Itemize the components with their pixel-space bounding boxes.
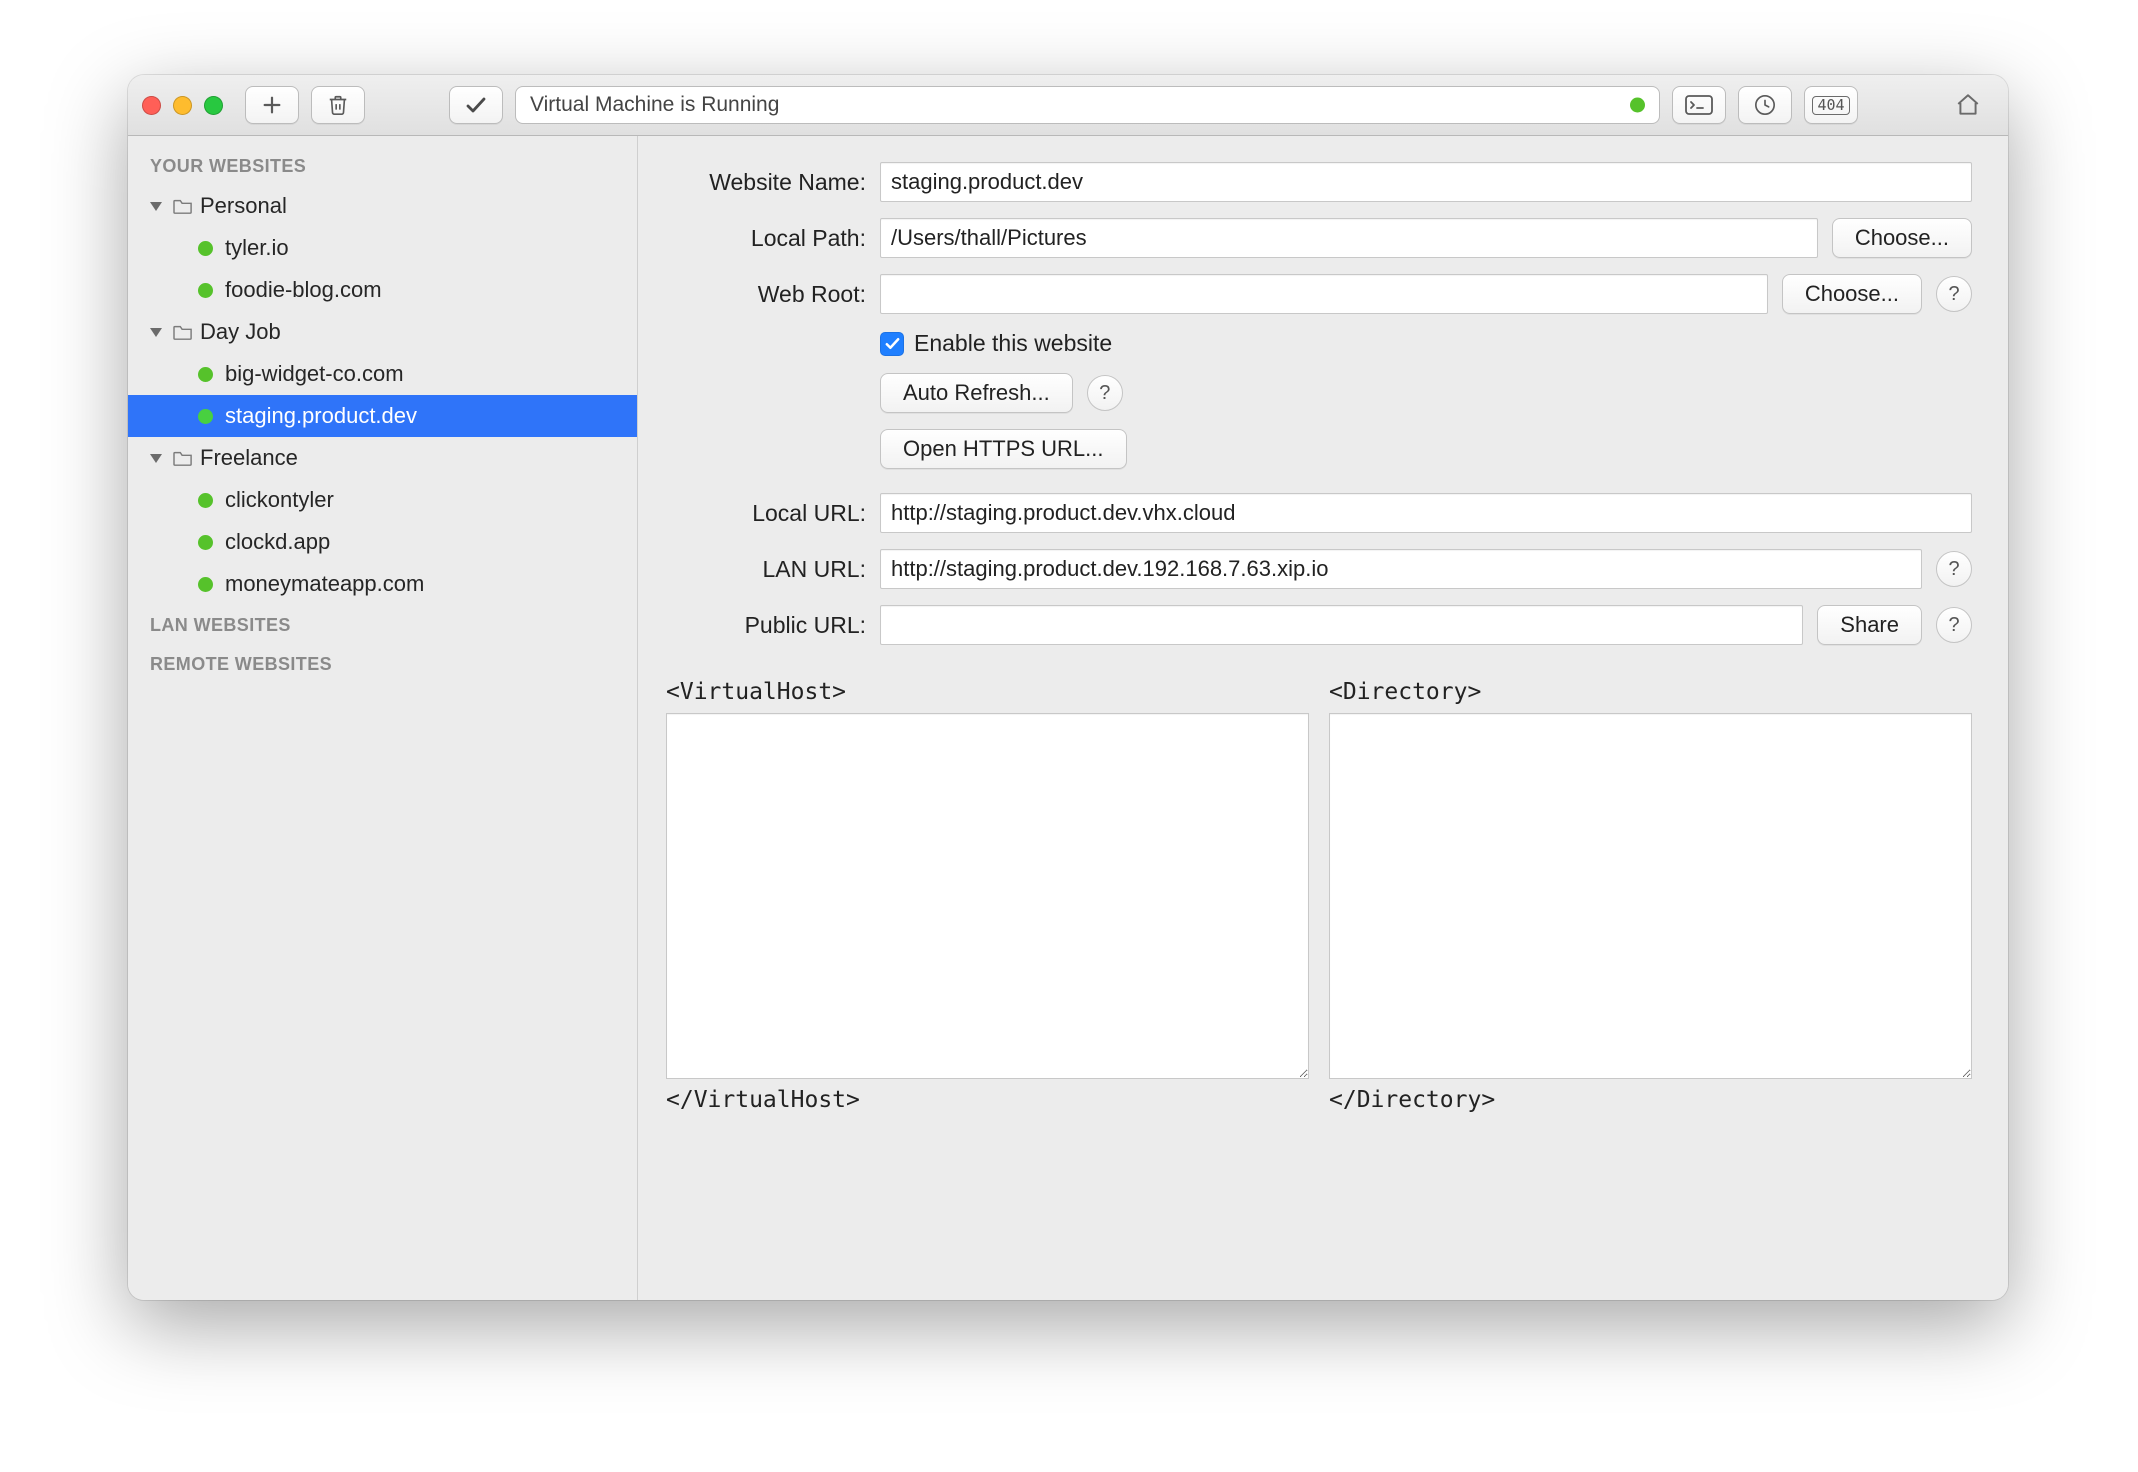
chevron-down-icon [150, 454, 162, 463]
directory-close-tag: </Directory> [1329, 1087, 1972, 1113]
checkmark-icon [464, 93, 488, 117]
plus-icon [261, 94, 283, 116]
apache-config-area: <VirtualHost> </VirtualHost> <Directory>… [666, 679, 1972, 1113]
terminal-button[interactable] [1672, 86, 1726, 124]
local-path-label: Local Path: [666, 225, 866, 252]
window-body: YOUR WEBSITES Personal tyler.io foodie-b… [128, 136, 2008, 1300]
sidebar-section-lan: LAN WEBSITES [128, 605, 637, 644]
public-url-label: Public URL: [666, 612, 866, 639]
toolbar: Virtual Machine is Running 404 [128, 75, 2008, 136]
sidebar-item-label: moneymateapp.com [225, 571, 424, 597]
folder-icon [172, 449, 194, 467]
clock-icon [1754, 94, 1776, 116]
sidebar-item-label: clickontyler [225, 487, 334, 513]
public-url-help-button[interactable]: ? [1936, 607, 1972, 643]
web-root-input[interactable] [880, 274, 1768, 314]
website-name-label: Website Name: [666, 169, 866, 196]
sidebar-group-label: Day Job [200, 319, 281, 345]
sidebar-group-personal[interactable]: Personal [128, 185, 637, 227]
window-controls [142, 96, 223, 115]
sidebar-group-label: Personal [200, 193, 287, 219]
home-button[interactable] [1942, 87, 1994, 123]
vhost-close-tag: </VirtualHost> [666, 1087, 1309, 1113]
lan-url-label: LAN URL: [666, 556, 866, 583]
sidebar-item-label: big-widget-co.com [225, 361, 404, 387]
sidebar-item[interactable]: foodie-blog.com [128, 269, 637, 311]
choose-web-root-button[interactable]: Choose... [1782, 274, 1922, 314]
sidebar-section-remote: REMOTE WEBSITES [128, 644, 637, 683]
directory-open-tag: <Directory> [1329, 679, 1972, 705]
error-log-button[interactable]: 404 [1804, 86, 1858, 124]
enable-website-checkbox[interactable]: Enable this website [880, 330, 1112, 357]
minimize-window-button[interactable] [173, 96, 192, 115]
local-path-input[interactable] [880, 218, 1818, 258]
app-window: Virtual Machine is Running 404 YOUR WEBS… [128, 75, 2008, 1300]
status-dot-icon [198, 283, 213, 298]
trash-icon [327, 94, 349, 116]
open-https-url-button[interactable]: Open HTTPS URL... [880, 429, 1127, 469]
sidebar-section-your: YOUR WEBSITES [128, 146, 637, 185]
local-url-input[interactable] [880, 493, 1972, 533]
status-dot-icon [198, 577, 213, 592]
enable-website-label: Enable this website [914, 330, 1112, 357]
sidebar-group-label: Freelance [200, 445, 298, 471]
sidebar-item[interactable]: clockd.app [128, 521, 637, 563]
status-text: Virtual Machine is Running [530, 93, 779, 117]
chevron-down-icon [150, 328, 162, 337]
sidebar-group-dayjob[interactable]: Day Job [128, 311, 637, 353]
sidebar-item[interactable]: big-widget-co.com [128, 353, 637, 395]
chevron-down-icon [150, 202, 162, 211]
history-button[interactable] [1738, 86, 1792, 124]
choose-local-path-button[interactable]: Choose... [1832, 218, 1972, 258]
share-button[interactable]: Share [1817, 605, 1922, 645]
sidebar-item-label: foodie-blog.com [225, 277, 382, 303]
sidebar-item[interactable]: tyler.io [128, 227, 637, 269]
folder-icon [172, 323, 194, 341]
sidebar-group-freelance[interactable]: Freelance [128, 437, 637, 479]
status-dot-icon [198, 367, 213, 382]
error-404-icon: 404 [1812, 96, 1849, 115]
home-icon [1955, 92, 1981, 118]
sidebar-item-label: clockd.app [225, 529, 330, 555]
sidebar-item-label: tyler.io [225, 235, 289, 261]
delete-button[interactable] [311, 86, 365, 124]
close-window-button[interactable] [142, 96, 161, 115]
sidebar-item[interactable]: clickontyler [128, 479, 637, 521]
sidebar-item-label: staging.product.dev [225, 403, 417, 429]
vhost-textarea[interactable] [666, 713, 1309, 1079]
directory-textarea[interactable] [1329, 713, 1972, 1079]
zoom-window-button[interactable] [204, 96, 223, 115]
status-field: Virtual Machine is Running [515, 86, 1660, 124]
sidebar: YOUR WEBSITES Personal tyler.io foodie-b… [128, 136, 638, 1300]
sidebar-item-selected[interactable]: staging.product.dev [128, 395, 637, 437]
web-root-label: Web Root: [666, 281, 866, 308]
folder-icon [172, 197, 194, 215]
status-dot-icon [1630, 98, 1645, 113]
apply-button[interactable] [449, 86, 503, 124]
status-dot-icon [198, 241, 213, 256]
auto-refresh-help-button[interactable]: ? [1087, 375, 1123, 411]
lan-url-input[interactable] [880, 549, 1922, 589]
local-url-label: Local URL: [666, 500, 866, 527]
vhost-open-tag: <VirtualHost> [666, 679, 1309, 705]
public-url-input[interactable] [880, 605, 1803, 645]
status-dot-icon [198, 535, 213, 550]
terminal-icon [1685, 95, 1713, 115]
auto-refresh-button[interactable]: Auto Refresh... [880, 373, 1073, 413]
lan-url-help-button[interactable]: ? [1936, 551, 1972, 587]
checkbox-checked-icon [880, 332, 904, 356]
status-dot-icon [198, 409, 213, 424]
detail-pane: Website Name: Local Path: Choose... Web … [638, 136, 2008, 1300]
sidebar-item[interactable]: moneymateapp.com [128, 563, 637, 605]
add-button[interactable] [245, 86, 299, 124]
website-name-input[interactable] [880, 162, 1972, 202]
status-dot-icon [198, 493, 213, 508]
web-root-help-button[interactable]: ? [1936, 276, 1972, 312]
